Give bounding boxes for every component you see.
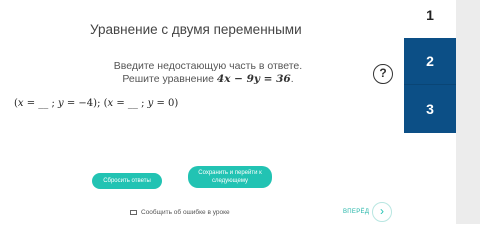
report-error-label: Сообщить об ошибке в уроке (141, 209, 230, 216)
step-1[interactable]: 1 (404, 0, 456, 38)
instruction-period: . (290, 73, 294, 85)
task-panel: Уравнение с двумя переменными Введите не… (0, 0, 404, 224)
mail-icon (130, 210, 137, 215)
answer-expression: (x = __ ; y = −4); (x = __ ; y = 0) (14, 98, 178, 109)
save-button-label-line2: следующему (211, 178, 249, 184)
answer-blank-2[interactable]: __ (128, 98, 138, 109)
answer-text: = (23, 98, 39, 109)
answer-text: = −4); ( (63, 98, 108, 109)
next-label[interactable]: ВПЕРЁД (343, 209, 369, 215)
next-arrow-icon[interactable]: › (372, 202, 392, 222)
task-instructions: Введите недостающую часть в ответе. Реши… (108, 60, 308, 86)
save-and-next-button[interactable]: Сохранить и перейти к следующему (188, 166, 272, 188)
reset-answers-button[interactable]: Сбросить ответы (92, 173, 162, 189)
answer-text: = (113, 98, 128, 109)
report-error-link[interactable]: Сообщить об ошибке в уроке (130, 209, 230, 216)
answer-text: ; (48, 98, 59, 109)
help-icon[interactable]: ? (373, 64, 393, 84)
page-title: Уравнение с двумя переменными (90, 22, 302, 37)
answer-text: = 0) (153, 98, 179, 109)
scrollbar[interactable] (456, 0, 480, 224)
instruction-text: Решите уравнение (122, 73, 214, 85)
step-navigation: 1 2 3 (404, 0, 456, 224)
answer-text: ; (137, 98, 148, 109)
answer-blank-1[interactable]: __ (38, 98, 48, 109)
step-3[interactable]: 3 (404, 84, 456, 133)
instruction-equation-line: Решите уравнение 4x − 9y = 36. (108, 73, 308, 86)
equation: 4x − 9y = 36 (216, 73, 291, 85)
instruction-line: Введите недостающую часть в ответе. (113, 60, 303, 72)
step-2[interactable]: 2 (404, 38, 456, 84)
save-button-label-line1: Сохранить и перейти к (198, 170, 262, 176)
